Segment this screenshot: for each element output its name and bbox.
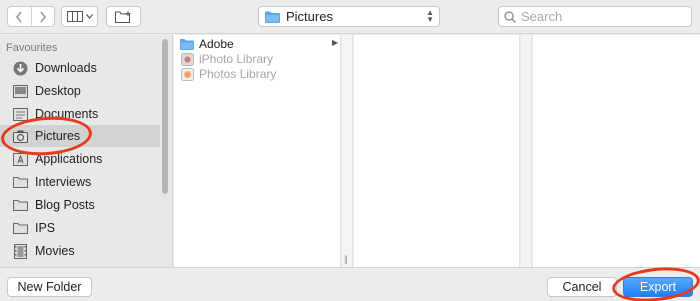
up-down-chevron-icon: ▲ ▼ <box>426 8 434 24</box>
sidebar-item-desktop[interactable]: Desktop <box>0 80 160 102</box>
file-item-label: Photos Library <box>199 67 277 81</box>
toolbar: Pictures ▲ ▼ Search <box>0 0 700 34</box>
sidebar-scrollbar[interactable] <box>162 39 168 194</box>
navigation-buttons <box>7 6 55 27</box>
folder-icon <box>12 198 29 213</box>
back-button[interactable] <box>8 7 31 26</box>
new-folder-button[interactable]: New Folder <box>7 277 92 297</box>
disclosure-arrow-icon: ▶ <box>332 38 339 47</box>
applications-icon <box>12 152 29 167</box>
browser-column-2 <box>354 35 520 267</box>
sidebar-item-label: Interviews <box>35 175 92 189</box>
column-view-icon <box>66 11 83 22</box>
sidebar-item-blog-posts[interactable]: Blog Posts <box>0 194 160 216</box>
sidebar-item-label: Blog Posts <box>35 198 95 212</box>
sidebar-item-label: Documents <box>35 107 99 121</box>
search-icon <box>504 10 516 23</box>
document-icon <box>12 107 29 122</box>
sidebar: Favourites Downloads Desktop Documents P… <box>0 35 173 267</box>
column-resize-handle-icon[interactable]: || <box>344 254 348 264</box>
new-folder-toolbar-button[interactable] <box>106 6 141 27</box>
search-placeholder: Search <box>521 9 563 24</box>
bottom-bar: New Folder Cancel Export <box>0 267 700 301</box>
view-options-button[interactable] <box>61 6 98 27</box>
forward-button[interactable] <box>30 7 54 26</box>
column-divider[interactable] <box>342 35 353 267</box>
sidebar-item-label: Movies <box>35 244 75 258</box>
file-item-iphoto-library: iPhoto Library <box>180 51 273 67</box>
sidebar-item-documents[interactable]: Documents <box>0 103 160 125</box>
folder-icon <box>12 221 29 236</box>
file-item-label: iPhoto Library <box>199 52 274 66</box>
sidebar-item-ips[interactable]: IPS <box>0 217 160 239</box>
file-item-label: Adobe <box>199 37 234 51</box>
export-button[interactable]: Export <box>623 277 693 297</box>
search-field[interactable]: Search <box>498 6 692 27</box>
file-item-adobe[interactable]: Adobe <box>180 36 234 52</box>
new-folder-icon <box>115 10 131 23</box>
cancel-button[interactable]: Cancel <box>547 277 617 297</box>
sidebar-item-movies[interactable]: Movies <box>0 240 160 262</box>
sidebar-item-applications[interactable]: Applications <box>0 148 160 170</box>
folder-icon <box>180 38 194 51</box>
folder-icon <box>12 175 29 190</box>
chevron-right-icon <box>40 11 47 22</box>
sidebar-item-label: Downloads <box>35 61 97 75</box>
path-label: Pictures <box>286 9 333 24</box>
download-icon <box>12 61 29 76</box>
folder-icon <box>265 11 280 23</box>
sidebar-item-interviews[interactable]: Interviews <box>0 171 160 193</box>
column-divider[interactable] <box>521 35 532 267</box>
chevron-left-icon <box>16 11 23 22</box>
path-popup[interactable]: Pictures ▲ ▼ <box>258 6 440 27</box>
sidebar-heading: Favourites <box>6 42 58 54</box>
camera-icon <box>12 129 29 144</box>
sidebar-item-pictures[interactable]: Pictures <box>0 125 160 147</box>
sidebar-item-label: Desktop <box>35 84 81 98</box>
sidebar-item-downloads[interactable]: Downloads <box>0 57 160 79</box>
film-icon <box>12 243 29 259</box>
sidebar-item-label: Applications <box>35 152 103 166</box>
sidebar-item-label: Pictures <box>35 129 81 143</box>
iphoto-icon <box>180 52 194 66</box>
photos-icon <box>180 67 194 81</box>
file-item-photos-library: Photos Library <box>180 66 276 82</box>
browser-column-3 <box>533 35 700 267</box>
desktop-icon <box>12 84 29 99</box>
chevron-down-icon <box>85 14 93 19</box>
sidebar-item-label: IPS <box>35 221 56 235</box>
